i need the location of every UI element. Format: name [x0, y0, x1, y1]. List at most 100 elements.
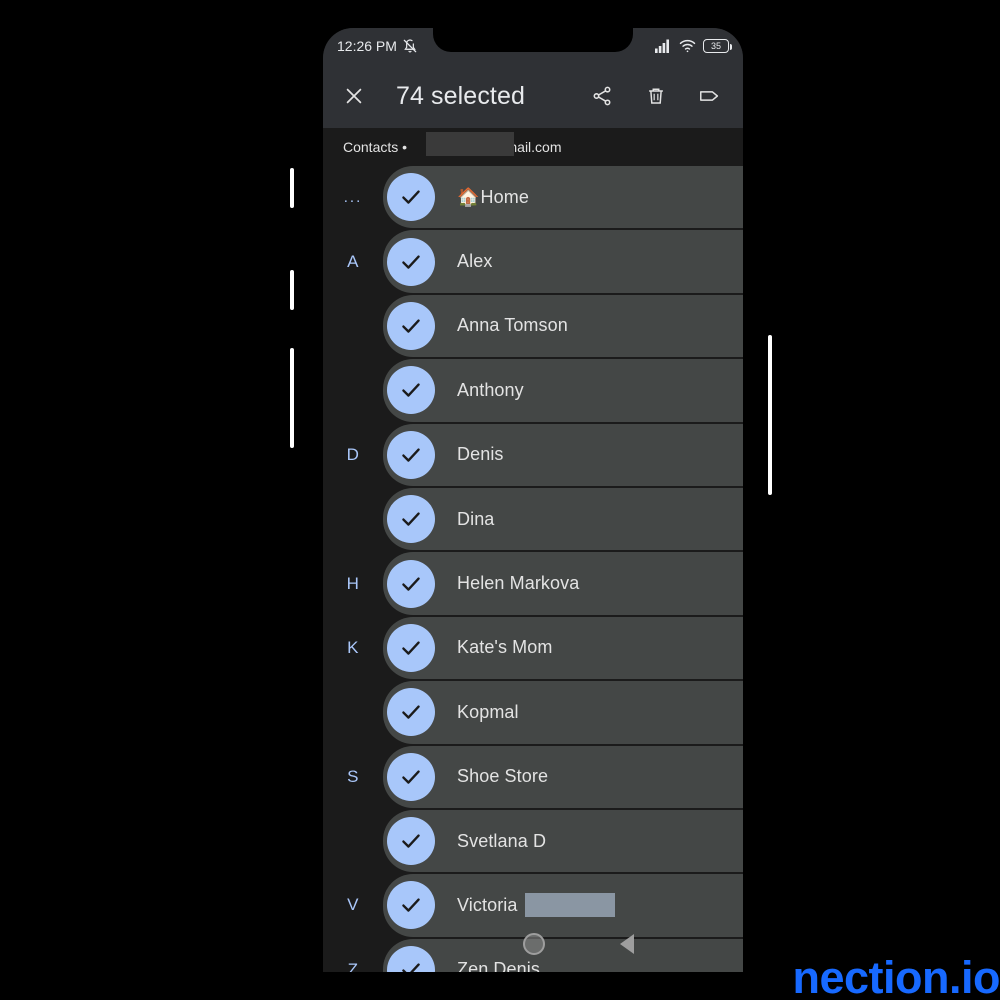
watermark: nection.io	[792, 952, 1000, 1000]
contact-row-body[interactable]: Zen Denis	[383, 938, 743, 972]
section-index-letter: A	[347, 251, 359, 271]
section-index-letter: Z	[347, 959, 359, 972]
share-icon[interactable]	[585, 79, 619, 113]
contact-name-text: Dina	[457, 508, 495, 529]
contact-name: Kate's Mom	[457, 637, 552, 658]
battery-level-text: 35	[710, 41, 721, 51]
contact-name: Anthony	[457, 380, 524, 401]
contact-row-body[interactable]: Victoria	[383, 874, 743, 937]
notifications-off-icon	[402, 38, 418, 54]
contact-name: Helen Markova	[457, 573, 579, 594]
phone-volume-up-button[interactable]	[290, 270, 294, 310]
wifi-icon	[679, 39, 696, 53]
contact-checkbox-checked-icon[interactable]	[387, 173, 435, 222]
contact-name: Denis	[457, 444, 504, 465]
contact-row-body[interactable]: Svetlana D	[383, 809, 743, 873]
contact-name-text: Kopmal	[457, 701, 519, 722]
contact-row[interactable]: Svetlana D	[323, 809, 743, 873]
contact-checkbox-checked-icon[interactable]	[387, 495, 435, 544]
contact-name: Victoria	[457, 893, 615, 918]
contact-checkbox-checked-icon[interactable]	[387, 623, 435, 672]
contact-row[interactable]: H Helen Markova	[323, 552, 743, 615]
contact-checkbox-checked-icon[interactable]	[387, 430, 435, 479]
contact-name: Svetlana D	[457, 831, 546, 852]
status-bar: 12:26 PM 35	[323, 28, 743, 64]
contact-checkbox-checked-icon[interactable]	[387, 881, 435, 930]
contact-row-body[interactable]: Shoe Store	[383, 745, 743, 808]
contacts-list[interactable]: ... 🏠 Home A Alex Anna Tomson Anthony D Denis Din…	[323, 166, 743, 972]
contact-row[interactable]: Z Zen Denis	[323, 938, 743, 972]
contact-name: Shoe Store	[457, 766, 548, 787]
contact-row[interactable]: Kopmal	[323, 681, 743, 744]
contact-row-body[interactable]: Kate's Mom	[383, 616, 743, 680]
contact-row-body[interactable]: Kopmal	[383, 681, 743, 744]
contact-row-body[interactable]: 🏠 Home	[383, 166, 743, 229]
contact-checkbox-checked-icon[interactable]	[387, 688, 435, 737]
account-header: Contacts • )gmail.com	[323, 128, 743, 166]
contact-name-emoji: 🏠	[457, 186, 480, 207]
contact-name: 🏠 Home	[457, 187, 529, 208]
selected-count-title: 74 selected	[396, 81, 525, 110]
contact-row[interactable]: Anna Tomson	[323, 294, 743, 358]
section-index-letter: H	[346, 573, 360, 593]
display-notch	[433, 28, 633, 52]
contact-row[interactable]: A Alex	[323, 230, 743, 293]
contact-name-text: Anna Tomson	[457, 315, 568, 336]
contact-checkbox-checked-icon[interactable]	[387, 559, 435, 608]
phone-power-button[interactable]	[768, 335, 772, 495]
section-index-letter: D	[346, 444, 360, 464]
contact-row[interactable]: Anthony	[323, 359, 743, 422]
phone-volume-down-button[interactable]	[290, 348, 294, 448]
contact-checkbox-checked-icon[interactable]	[387, 945, 435, 972]
section-index-letter: ...	[343, 188, 363, 206]
contact-checkbox-checked-icon[interactable]	[387, 366, 435, 415]
contact-name: Anna Tomson	[457, 315, 568, 336]
contact-checkbox-checked-icon[interactable]	[387, 237, 435, 286]
contact-row-body[interactable]: Dina	[383, 487, 743, 551]
contact-name: Dina	[457, 509, 494, 530]
contact-name: Kopmal	[457, 702, 519, 723]
status-bar-left: 12:26 PM	[337, 38, 418, 54]
contact-row[interactable]: K Kate's Mom	[323, 616, 743, 680]
contact-name-text: Alex	[457, 251, 493, 272]
section-index-letter: V	[347, 895, 359, 915]
account-email-redaction	[426, 132, 514, 156]
contact-name-text: Victoria	[457, 894, 518, 915]
contact-row[interactable]: Dina	[323, 487, 743, 551]
contact-row[interactable]: ... 🏠 Home	[323, 166, 743, 229]
contact-checkbox-checked-icon[interactable]	[387, 817, 435, 866]
contact-row-body[interactable]: Anna Tomson	[383, 294, 743, 358]
cellular-signal-icon	[655, 39, 672, 53]
close-icon[interactable]	[339, 81, 369, 111]
contact-row-body[interactable]: Alex	[383, 230, 743, 293]
contact-name-text: Zen Denis	[457, 959, 540, 972]
phone-silent-switch[interactable]	[290, 168, 294, 208]
status-bar-right: 35	[655, 39, 733, 53]
contact-row-body[interactable]: Anthony	[383, 359, 743, 422]
contact-name: Alex	[457, 251, 492, 272]
status-time: 12:26 PM	[337, 38, 397, 54]
section-index-letter: K	[347, 637, 359, 657]
contact-row-body[interactable]: Denis	[383, 423, 743, 486]
contact-name-redaction	[524, 893, 615, 918]
phone-screen: 12:26 PM 35 74 selected Contacts •)gmai…	[323, 28, 743, 972]
contact-row[interactable]: S Shoe Store	[323, 745, 743, 808]
contact-checkbox-checked-icon[interactable]	[387, 752, 435, 801]
contact-row[interactable]: V Victoria	[323, 874, 743, 937]
contact-name-text: Shoe Store	[457, 766, 549, 787]
contact-name-text: Home	[480, 186, 529, 207]
selection-app-bar: 74 selected	[323, 64, 743, 128]
screenshot-stage: 12:26 PM 35 74 selected Contacts •)gmai…	[0, 0, 1000, 1000]
label-tag-icon[interactable]	[693, 79, 727, 113]
battery-indicator: 35	[703, 39, 733, 53]
contact-name-text: Helen Markova	[457, 573, 580, 594]
section-index-letter: S	[347, 766, 359, 786]
contact-name: Zen Denis	[457, 959, 540, 972]
contact-row-body[interactable]: Helen Markova	[383, 552, 743, 615]
account-prefix-label: Contacts •	[343, 139, 408, 155]
trash-icon[interactable]	[639, 79, 673, 113]
contact-name-text: Kate's Mom	[457, 637, 553, 658]
contact-name-text: Svetlana D	[457, 830, 547, 851]
contact-checkbox-checked-icon[interactable]	[387, 301, 435, 350]
contact-row[interactable]: D Denis	[323, 423, 743, 486]
